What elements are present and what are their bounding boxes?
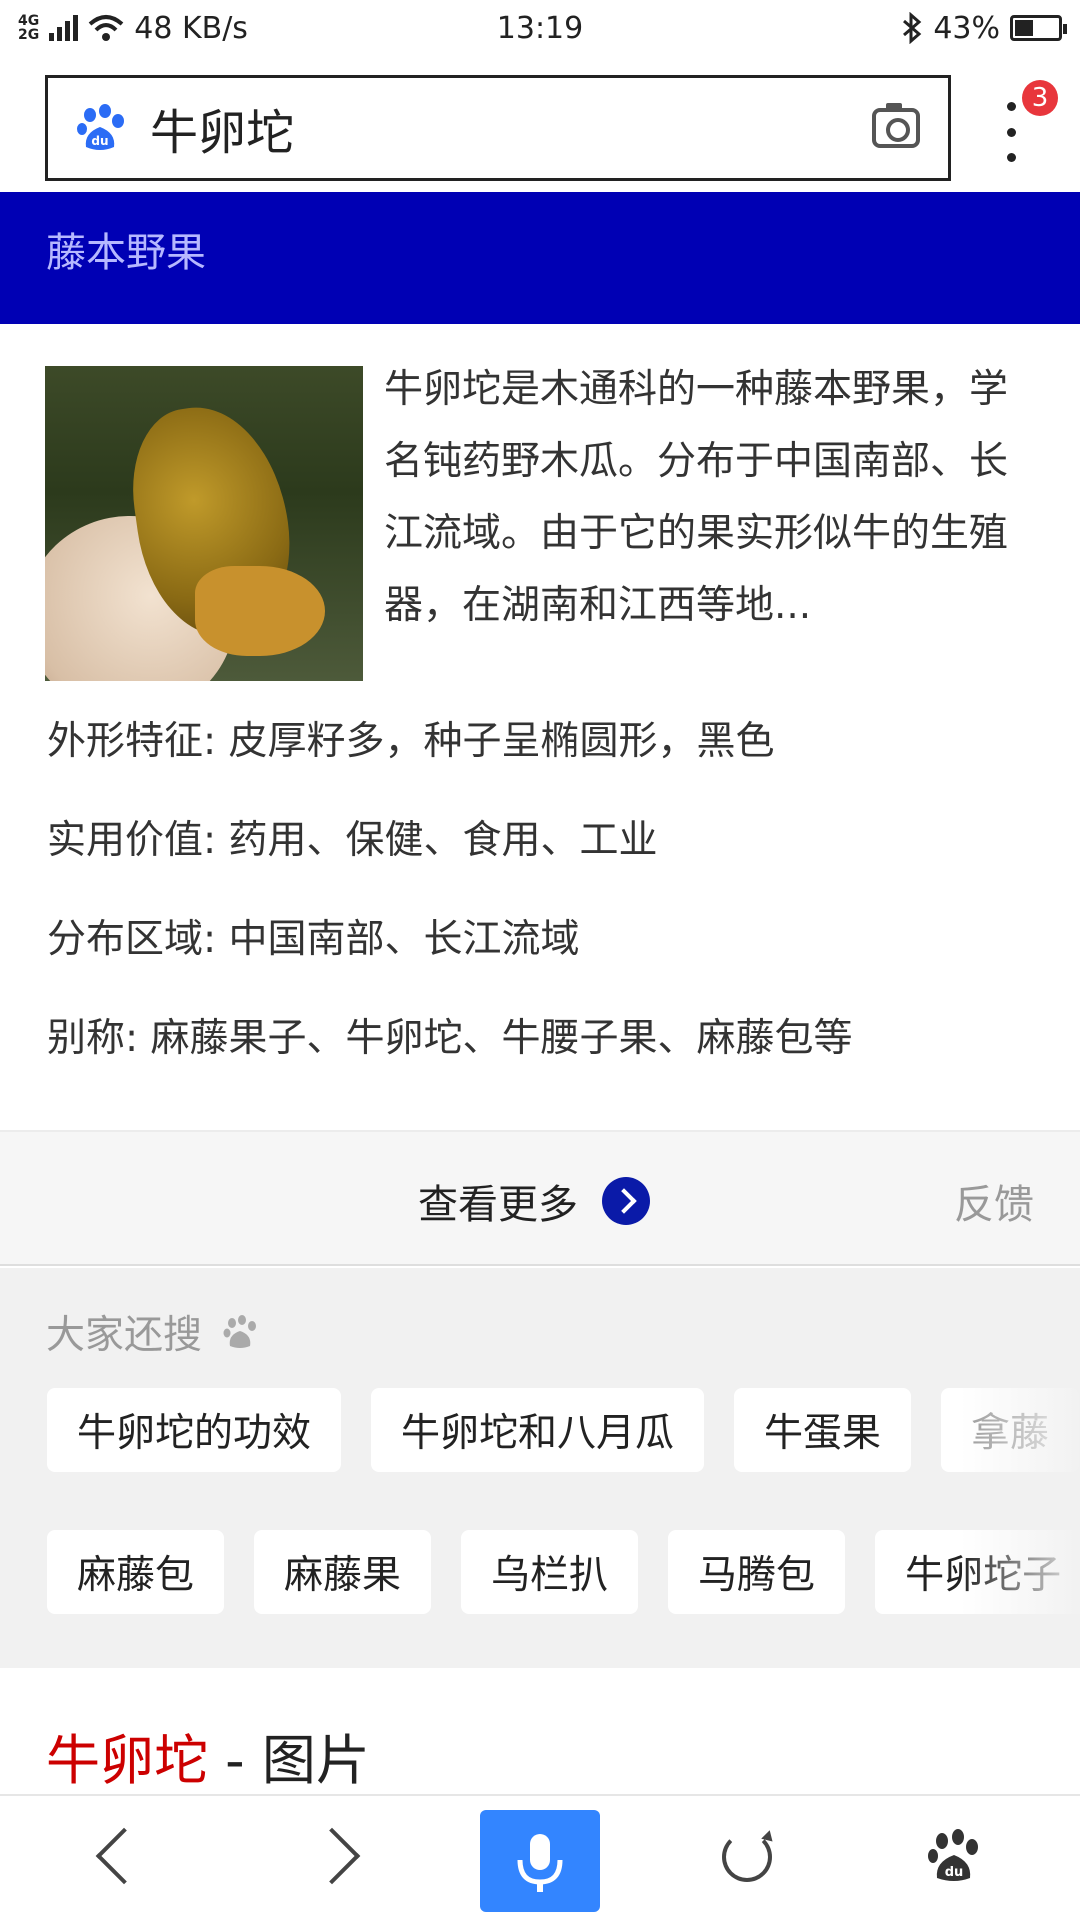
status-right: 43% xyxy=(901,10,1067,46)
status-bar: 4G 2G 48 KB/s 13:19 43% xyxy=(0,0,1080,56)
network-type-bottom: 2G xyxy=(18,27,40,43)
related-chip[interactable]: 马腾包 xyxy=(668,1530,846,1614)
more-menu-button[interactable] xyxy=(998,102,1024,162)
attribute-label: 分布区域: xyxy=(47,917,217,962)
result-header-band: 藤本野果 xyxy=(0,192,1080,324)
network-type: 4G 2G xyxy=(18,14,39,42)
attribute-value: 皮厚籽多，种子呈椭圆形，黑色 xyxy=(228,719,775,764)
refresh-icon[interactable] xyxy=(722,1832,772,1882)
signal-icon xyxy=(49,15,79,41)
fruit-thumbnail[interactable] xyxy=(45,366,363,681)
related-row-1: 牛卵坨的功效 牛卵坨和八月瓜 牛蛋果 拿藤 xyxy=(47,1388,1080,1472)
paw-icon xyxy=(223,1315,257,1348)
baidu-home-icon[interactable]: du xyxy=(926,1828,982,1884)
related-searches: 大家还搜 牛卵坨的功效 牛卵坨和八月瓜 牛蛋果 拿藤 麻藤包 麻藤果 乌栏扒 马… xyxy=(0,1268,1080,1668)
attribute-row: 分布区域: 中国南部、长江流域 xyxy=(47,912,1047,1011)
back-icon[interactable] xyxy=(95,1827,153,1885)
bottom-toolbar: du xyxy=(0,1794,1080,1920)
related-chip[interactable]: 牛卵坨和八月瓜 xyxy=(371,1388,705,1472)
microphone-icon xyxy=(517,1834,563,1892)
more-row: 查看更多 反馈 xyxy=(0,1130,1080,1266)
attribute-row: 实用价值: 药用、保健、食用、工业 xyxy=(47,813,1047,912)
network-speed: 48 KB/s xyxy=(134,10,248,46)
battery-icon xyxy=(1010,15,1067,41)
related-chip[interactable]: 乌栏扒 xyxy=(461,1530,639,1614)
images-suffix: - 图片 xyxy=(208,1729,370,1792)
status-left: 4G 2G 48 KB/s xyxy=(18,11,248,46)
svg-text:du: du xyxy=(945,1865,964,1880)
wifi-icon xyxy=(88,15,124,41)
summary-text[interactable]: 牛卵坨是木通科的一种藤本野果，学名钝药野木瓜。分布于中国南部、长江流域。由于它的… xyxy=(384,354,1034,642)
feedback-link[interactable]: 反馈 xyxy=(954,1172,1034,1230)
scroll-fade xyxy=(960,1388,1080,1668)
attribute-row: 外形特征: 皮厚籽多，种子呈椭圆形，黑色 xyxy=(47,714,1047,813)
attribute-value: 药用、保健、食用、工业 xyxy=(228,818,658,863)
images-keyword: 牛卵坨 xyxy=(46,1729,208,1792)
attribute-row: 别称: 麻藤果子、牛卵坨、牛腰子果、麻藤包等 xyxy=(47,1011,1047,1110)
related-chip[interactable]: 麻藤果 xyxy=(254,1530,432,1614)
view-more-label: 查看更多 xyxy=(418,1182,578,1228)
related-chip[interactable]: 牛蛋果 xyxy=(734,1388,912,1472)
related-chip[interactable]: 麻藤包 xyxy=(47,1530,225,1614)
attribute-label: 实用价值: xyxy=(47,818,217,863)
search-query[interactable]: 牛卵坨 xyxy=(150,93,872,163)
search-box[interactable]: du 牛卵坨 xyxy=(45,75,951,181)
related-row-2: 麻藤包 麻藤果 乌栏扒 马腾包 牛卵坨子 xyxy=(47,1530,1080,1614)
notification-badge: 3 xyxy=(1022,80,1058,116)
view-more-button[interactable]: 查看更多 xyxy=(418,1172,650,1230)
related-title: 大家还搜 xyxy=(46,1304,258,1360)
search-header: du 牛卵坨 3 xyxy=(0,66,1080,184)
related-chip[interactable]: 牛卵坨的功效 xyxy=(47,1388,342,1472)
baidu-paw-icon: du xyxy=(77,104,124,150)
attribute-list: 外形特征: 皮厚籽多，种子呈椭圆形，黑色 实用价值: 药用、保健、食用、工业 分… xyxy=(47,714,1047,1110)
attribute-value: 麻藤果子、牛卵坨、牛腰子果、麻藤包等 xyxy=(150,1016,853,1061)
svg-text:du: du xyxy=(91,134,108,148)
attribute-value: 中国南部、长江流域 xyxy=(228,917,580,962)
camera-icon[interactable] xyxy=(872,103,920,148)
related-title-text: 大家还搜 xyxy=(46,1313,203,1358)
voice-search-button[interactable] xyxy=(480,1810,600,1912)
attribute-label: 别称: xyxy=(47,1016,139,1061)
forward-icon[interactable] xyxy=(303,1827,361,1885)
bluetooth-icon xyxy=(903,12,922,44)
attribute-label: 外形特征: xyxy=(47,719,217,764)
battery-percent: 43% xyxy=(933,10,1000,46)
network-type-top: 4G xyxy=(18,13,40,29)
battery-level xyxy=(1015,20,1033,36)
images-section-title[interactable]: 牛卵坨 - 图片 xyxy=(46,1716,370,1795)
result-subtitle: 藤本野果 xyxy=(46,230,206,276)
chevron-right-icon xyxy=(602,1177,650,1225)
